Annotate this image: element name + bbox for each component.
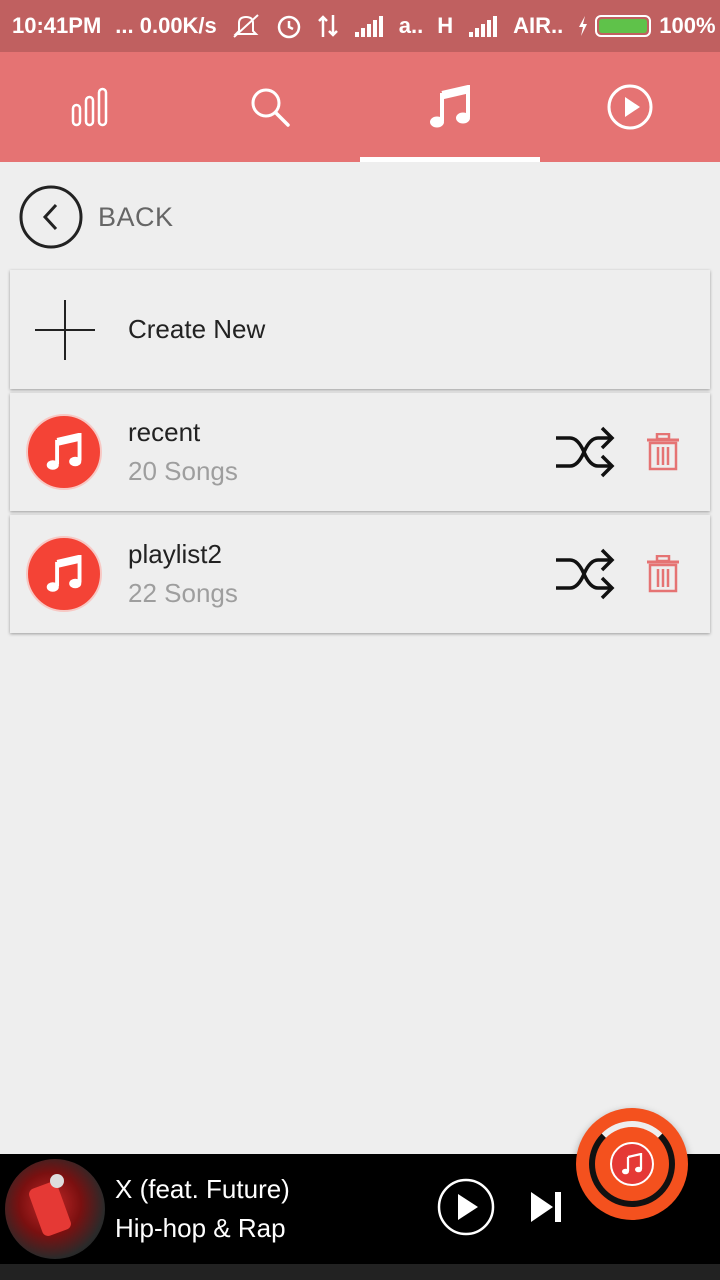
status-time: 10:41PM <box>12 13 102 38</box>
music-note-icon <box>46 433 82 470</box>
bottom-strip <box>0 1264 720 1280</box>
signal-icon <box>467 14 499 38</box>
status-carrier2: AIR.. <box>513 13 564 38</box>
status-battery: 100% <box>659 13 716 38</box>
status-net-type: H <box>437 13 454 38</box>
tab-equalizer[interactable] <box>0 52 180 162</box>
delete-icon[interactable] <box>646 433 680 471</box>
create-new-label: Create New <box>128 314 266 344</box>
playlist-song-count: 20 Songs <box>128 456 238 486</box>
track-title: X (feat. Future) <box>115 1174 290 1204</box>
music-note-icon <box>46 555 82 592</box>
back-button[interactable]: BACK <box>18 184 174 250</box>
shuffle-icon[interactable] <box>554 424 616 480</box>
search-icon <box>251 88 290 127</box>
shuffle-icon[interactable] <box>554 546 616 602</box>
playlist-icon <box>26 414 102 490</box>
status-carrier1: a.. <box>398 13 424 38</box>
fab-ring <box>589 1121 675 1207</box>
playlist-item[interactable]: recent 20 Songs <box>10 393 710 511</box>
mute-icon <box>231 13 261 39</box>
signal-icon <box>353 14 385 38</box>
charging-icon <box>577 15 589 37</box>
back-arrow-icon <box>19 185 83 249</box>
tab-now-playing[interactable] <box>540 52 720 162</box>
battery-icon <box>595 15 652 37</box>
fab-inner <box>610 1142 654 1186</box>
status-bar: 10:41PM ... 0.00K/s a.. H AIR.. 100% <box>0 0 720 52</box>
music-note-icon <box>622 1153 643 1175</box>
next-button[interactable] <box>529 1190 563 1224</box>
plus-icon <box>35 299 95 360</box>
tab-music[interactable] <box>360 52 540 162</box>
delete-icon[interactable] <box>646 555 680 593</box>
play-circle-icon <box>607 84 653 130</box>
playlist-name: recent <box>128 417 201 447</box>
alarm-icon <box>275 12 303 40</box>
track-genre: Hip-hop & Rap <box>115 1213 286 1243</box>
create-new-playlist[interactable]: Create New <box>10 270 710 389</box>
data-transfer-icon <box>317 13 339 39</box>
back-label: BACK <box>98 201 174 232</box>
play-button[interactable] <box>437 1178 495 1236</box>
album-cover[interactable] <box>5 1159 105 1259</box>
music-note-icon <box>430 85 470 128</box>
tab-search[interactable] <box>180 52 360 162</box>
playlist-song-count: 22 Songs <box>128 578 238 608</box>
equalizer-icon <box>71 87 108 127</box>
playlist-item[interactable]: playlist2 22 Songs <box>10 515 710 633</box>
playlist-name: playlist2 <box>128 539 222 569</box>
status-net-speed: ... 0.00K/s <box>115 13 217 38</box>
tab-bar <box>0 52 720 162</box>
now-playing-fab[interactable] <box>576 1108 688 1220</box>
playlist-icon <box>26 536 102 612</box>
